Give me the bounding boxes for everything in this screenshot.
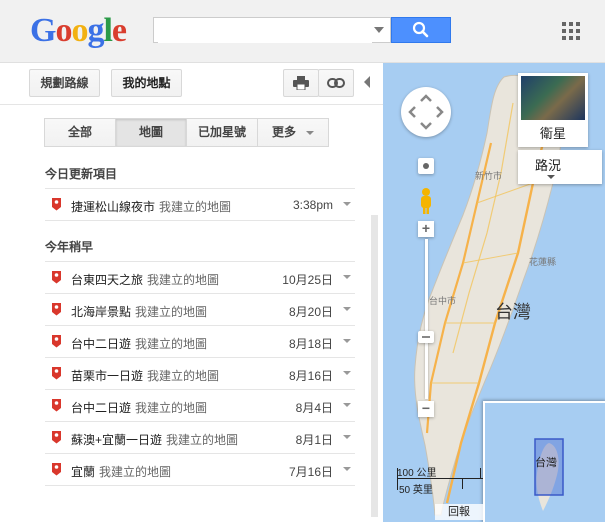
collapse-panel-icon[interactable] [364,76,370,88]
map-label-taichung: 台中市 [429,295,456,306]
map-title[interactable]: 蘇澳+宜蘭一日遊 我建立的地圖 [71,431,238,448]
updated-date: 7月16日 [288,465,333,479]
list-item[interactable]: 台中二日遊 我建立的地圖 8月4日 [45,390,355,421]
list-item[interactable]: 宜蘭 我建立的地圖 7月16日 [45,454,355,485]
map-title[interactable]: 台中二日遊 我建立的地圖 [71,399,207,416]
map-pin-icon [52,303,61,316]
list-item[interactable]: 台東四天之旅 我建立的地圖 10月25日 [45,262,355,293]
map-title[interactable]: 北海岸景點 我建立的地圖 [71,303,207,320]
my-places-button[interactable]: 我的地點 [111,69,182,97]
overview-label: 台灣 [535,455,557,469]
updated-date: 8月1日 [295,433,333,447]
print-icon [293,76,309,91]
my-places-panel: 規劃路線 我的地點 全部 地圖 已加星號 更多 今日更新項目 捷運松山線夜市 我建… [0,63,383,522]
search-input[interactable] [158,19,372,43]
map-title[interactable]: 捷運松山線夜市 我建立的地圖 [71,198,231,215]
zoom-slider-handle[interactable] [418,331,434,343]
map-pin-icon [52,431,61,444]
updated-date: 10月25日 [282,273,333,287]
map-pin-icon [52,335,61,348]
apps-grid-icon[interactable] [562,22,580,40]
chevron-down-icon[interactable] [343,467,351,471]
map-view[interactable]: 新竹市 台中市 花蓮縣 台灣 衛星 路況 + − 台灣 100 公里 50 英里… [383,63,605,522]
link-icon [327,78,345,88]
satellite-thumbnail [521,76,585,120]
street-view-pegman-icon[interactable] [418,187,434,215]
tab-all[interactable]: 全部 [44,118,116,147]
section-earlier: 今年稍早 [45,240,94,254]
list-item[interactable]: 捷運松山線夜市 我建立的地圖 3:38pm [45,189,355,220]
owner-label: 我建立的地圖 [135,401,208,415]
chevron-down-icon[interactable] [343,307,351,311]
owner-label: 我建立的地圖 [99,465,172,479]
filter-tabs: 全部 地圖 已加星號 更多 [44,118,329,147]
zoom-slider-track[interactable] [425,239,428,399]
updated-date: 8月20日 [288,305,333,319]
print-button[interactable] [283,69,319,97]
owner-label: 我建立的地圖 [159,200,232,214]
list-item[interactable]: 台中二日遊 我建立的地圖 8月18日 [45,326,355,357]
satellite-toggle[interactable]: 衛星 [518,73,588,147]
top-bar: Google [0,0,605,63]
divider [0,104,383,105]
updated-date: 8月18日 [288,337,333,351]
list-item[interactable]: 北海岸景點 我建立的地圖 8月20日 [45,294,355,325]
owner-label: 我建立的地圖 [166,433,239,447]
list-item[interactable]: 苗栗市一日遊 我建立的地圖 8月16日 [45,358,355,389]
overview-canvas: 台灣 [534,438,564,511]
map-label-hsinchu: 新竹市 [475,170,502,181]
chevron-down-icon [547,175,555,179]
zoom-reset-button[interactable] [418,158,434,174]
chevron-down-icon[interactable] [343,403,351,407]
section-today: 今日更新項目 [45,167,118,181]
owner-label: 我建立的地圖 [147,273,220,287]
owner-label: 我建立的地圖 [147,369,220,383]
zoom-in-button[interactable]: + [418,221,434,237]
search-icon [412,21,429,38]
map-pin-icon [52,198,61,211]
report-link[interactable]: 回報 [435,504,483,520]
pan-arrows-icon [408,94,444,130]
owner-label: 我建立的地圖 [135,337,208,351]
link-button[interactable] [318,69,354,97]
zoom-out-button[interactable]: − [418,401,434,417]
chevron-down-icon[interactable] [343,435,351,439]
map-pin-icon [52,463,61,476]
target-icon [423,163,429,169]
chevron-down-icon [306,130,314,135]
overview-map[interactable]: 台灣 [483,401,605,522]
map-title[interactable]: 台中二日遊 我建立的地圖 [71,335,207,352]
search-button[interactable] [391,17,451,43]
map-title[interactable]: 台東四天之旅 我建立的地圖 [71,271,219,288]
chevron-down-icon[interactable] [374,27,384,33]
traffic-toggle[interactable]: 路況 [518,150,602,184]
chevron-down-icon[interactable] [343,202,351,206]
directions-button[interactable]: 規劃路線 [29,69,100,97]
map-title[interactable]: 苗栗市一日遊 我建立的地圖 [71,367,219,384]
updated-date: 8月4日 [295,401,333,415]
updated-date: 8月16日 [288,369,333,383]
tab-more[interactable]: 更多 [257,118,329,147]
map-pin-icon [52,271,61,284]
map-title[interactable]: 宜蘭 我建立的地圖 [71,463,171,480]
map-label-taiwan: 台灣 [495,302,531,323]
scale-bar: 100 公里 50 英里 [395,464,485,496]
updated-date: 3:38pm [292,198,333,212]
list-item[interactable]: 蘇澳+宜蘭一日遊 我建立的地圖 8月1日 [45,422,355,453]
map-pin-icon [52,367,61,380]
search-box[interactable] [153,17,391,43]
chevron-down-icon[interactable] [343,371,351,375]
chevron-down-icon[interactable] [343,275,351,279]
owner-label: 我建立的地圖 [135,305,208,319]
pan-control[interactable] [401,87,451,137]
tab-maps[interactable]: 地圖 [115,118,187,147]
map-label-hualien: 花蓮縣 [529,256,556,267]
tab-starred[interactable]: 已加星號 [186,118,258,147]
chevron-down-icon[interactable] [343,339,351,343]
google-logo[interactable]: Google [30,12,127,50]
map-pin-icon [52,399,61,412]
scrollbar[interactable] [371,215,378,517]
